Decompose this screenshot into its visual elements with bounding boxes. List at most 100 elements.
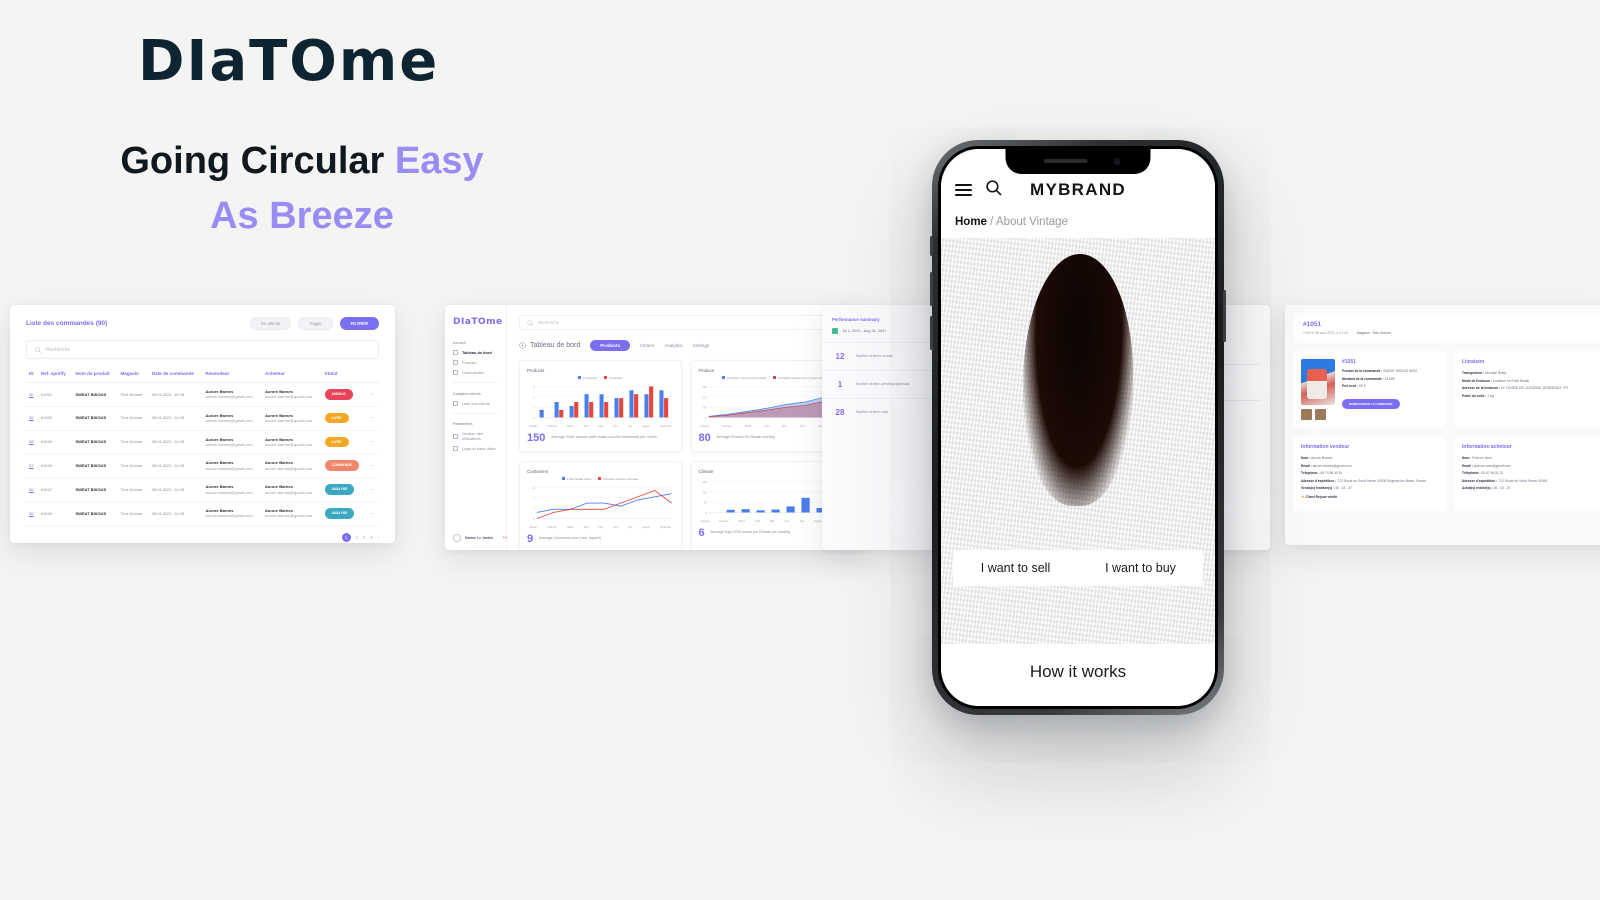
detail-line: Produit de la commande : SWEAT BISOUS MO…	[1342, 369, 1417, 373]
search-icon[interactable]	[985, 179, 1002, 201]
pagination-page[interactable]: ›	[378, 535, 379, 540]
filter-en-attente[interactable]: En attente	[250, 317, 292, 330]
order-ref-cell: #1049	[37, 430, 73, 455]
product-thumbnail[interactable]	[1301, 409, 1312, 420]
status-badge: ANALYSE	[324, 484, 355, 495]
detail-line: Nom : Aurore Barnes	[1301, 456, 1333, 460]
performance-date-range[interactable]: Jul 1, 2021 - Aug 31, 2021	[822, 328, 942, 342]
dashboard-tabs: Tableau de bord Products Orders Analytic…	[519, 340, 853, 351]
sidebar-item-produits[interactable]: Produits	[453, 360, 498, 365]
orders-column-header: ID	[26, 371, 38, 383]
order-id-cell[interactable]: 39	[26, 406, 38, 431]
sidebar-item-label: Produits	[462, 360, 477, 365]
phone-volume-down-button[interactable]	[930, 316, 933, 350]
detail-line: Email : prenom.nom@gmail.com	[1462, 463, 1511, 468]
pagination-page-current[interactable]: 1	[341, 532, 351, 542]
row-actions-icon[interactable]: ⋯	[366, 382, 379, 407]
dashboard-main: Recherche Tableau de bord Products Order…	[507, 305, 865, 550]
table-row[interactable]: 39 #1050 SWEAT BISOUS Test Vionnet 08.04…	[26, 406, 379, 431]
status-badge: ANNULE	[324, 389, 353, 400]
sidebar-item-gestion-des-utilisateurs[interactable]: Gestion des utilisateurs	[453, 431, 498, 441]
status-badge: LIVRE	[324, 412, 349, 424]
sidebar-item-liste-des-clients[interactable]: Liste des clients	[453, 400, 498, 406]
filter-toggle[interactable]: Toggle	[298, 317, 333, 330]
x-tick-label: August	[813, 520, 822, 523]
branding-block: DIaTOme Going Circular Easy As Breeze	[120, 34, 658, 244]
table-row[interactable]: 35 #1046 SWEAT BISOUS Test Vionnet 08.04…	[26, 501, 379, 526]
product-thumbnail[interactable]	[1315, 409, 1326, 420]
hamburger-menu-icon[interactable]	[955, 184, 972, 196]
status-badge: ANALYSE	[324, 508, 355, 519]
shipping-title: Livraison	[1462, 359, 1485, 365]
order-ref-cell: #1050	[37, 406, 73, 431]
analytics-dashboard-panel: DIaTOme Accueil Tableau de bord Produits…	[445, 305, 865, 550]
orders-column-actions	[366, 371, 379, 383]
order-id-cell[interactable]: 36	[26, 477, 38, 502]
sidebar-item-label: Logs du back-office	[462, 446, 496, 452]
phone-volume-up-button[interactable]	[930, 272, 933, 306]
row-actions-icon[interactable]: ⋯	[366, 453, 379, 479]
dashboard-user-block[interactable]: Marion Le Jardier ↪	[453, 534, 507, 542]
tab-analytics[interactable]: Analytics	[664, 343, 682, 348]
breadcrumb-home[interactable]: Home	[955, 216, 987, 228]
dashboard-logo: DIaTOme	[453, 317, 503, 327]
order-id-cell[interactable]: 37	[26, 453, 38, 479]
sidebar-item-commandes[interactable]: Commandes	[453, 370, 498, 375]
tab-orders[interactable]: Orders	[640, 343, 654, 348]
detail-line: Adresse de la livraison : LE FUNDIR DE L…	[1462, 386, 1568, 391]
orders-filter-buttons: En attente Toggle FILTRER	[250, 317, 379, 330]
order-store-cell: Test Vionnet	[117, 430, 149, 455]
pagination-page[interactable]: 2	[356, 535, 358, 540]
tab-products[interactable]: Products	[590, 340, 631, 351]
row-actions-icon[interactable]: ⋯	[366, 406, 379, 431]
tab-settings[interactable]: Settings	[693, 343, 710, 348]
shipping-card: Livraison Transporteur : Mondial Relay Mo…	[1454, 351, 1600, 428]
order-id-cell[interactable]: 35	[26, 501, 38, 526]
order-date-cell: 08.04.2021, 14:08	[148, 453, 203, 479]
svg-text:10: 10	[532, 488, 535, 490]
seller-verified-flag: ★ Client Rejoué vérifié	[1301, 494, 1438, 500]
i-want-to-buy-button[interactable]: I want to buy	[1078, 550, 1203, 586]
filter-apply-button[interactable]: FILTRER	[339, 317, 379, 330]
dashboard-sidebar: DIaTOme Accueil Tableau de bord Produits…	[445, 305, 507, 550]
x-tick-label: June	[799, 425, 806, 428]
row-actions-icon[interactable]: ⋯	[366, 430, 379, 455]
detail-line: Achat(s) realisé(s) : 36 - 44 - 37	[1462, 486, 1511, 491]
performance-metric-value: 1	[837, 380, 843, 389]
order-id-cell[interactable]: 40	[26, 382, 38, 407]
x-tick-label: August	[642, 425, 650, 428]
table-row[interactable]: 40 #1051 SWEAT BISOUS Test Vionnet 08.04…	[26, 382, 379, 407]
svg-text:3: 3	[534, 408, 536, 410]
order-status-cell: ANALYSE	[321, 501, 367, 526]
breadcrumb: Home / About Vintage	[941, 210, 1215, 238]
i-want-to-sell-button[interactable]: I want to sell	[953, 550, 1078, 586]
row-actions-icon[interactable]: ⋯	[366, 477, 379, 502]
sidebar-item-tableau-de-bord[interactable]: Tableau de bord	[453, 350, 498, 355]
nav-icon	[453, 360, 458, 365]
pagination-page[interactable]: 3	[363, 535, 365, 540]
performance-metric-row: 28 Number of items sold	[822, 398, 942, 426]
phone-power-button[interactable]	[1223, 290, 1226, 342]
table-row[interactable]: 36 #1047 SWEAT BISOUS Test Vionnet 08.04…	[26, 477, 379, 502]
orders-search-input[interactable]: Recherche	[26, 340, 379, 359]
table-row[interactable]: 37 #1048 SWEAT BISOUS Test Vionnet 08.04…	[26, 453, 379, 479]
breadcrumb-current: About Vintage	[995, 216, 1068, 228]
logout-icon[interactable]: ↪	[503, 535, 507, 541]
product-thumbnails	[1301, 409, 1335, 420]
dashboard-search-input[interactable]: Recherche	[519, 315, 853, 330]
sidebar-item-logs-du-back-office[interactable]: Logs du back-office	[453, 446, 498, 452]
refund-order-button[interactable]: REMBOURSER LA COMMANDE	[1342, 398, 1400, 409]
pagination-page[interactable]: 4	[370, 535, 372, 540]
row-actions-icon[interactable]: ⋯	[366, 501, 379, 526]
performance-metric-label: Number of items sold	[856, 410, 889, 415]
detail-line: Transporteur : Mondial Relay	[1462, 371, 1507, 375]
order-id-cell[interactable]: 38	[26, 430, 38, 455]
order-status-cell: ANALYSE	[321, 477, 367, 502]
order-product-cell: SWEAT BISOUS	[72, 453, 118, 479]
x-tick-label: February	[718, 520, 729, 523]
phone-mute-switch[interactable]	[930, 236, 933, 256]
detail-line: Téléphone : 06.74.56.45.51	[1301, 471, 1343, 476]
earpiece-speaker	[1043, 159, 1088, 163]
table-row[interactable]: 38 #1049 SWEAT BISOUS Test Vionnet 08.04…	[26, 430, 379, 455]
nav-icon	[453, 433, 458, 439]
